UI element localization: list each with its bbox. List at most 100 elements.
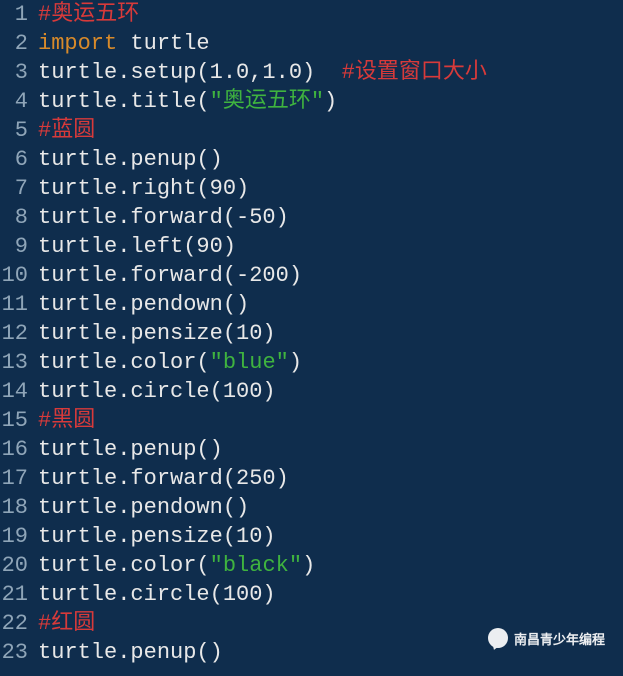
line-number: 15 [0, 406, 34, 435]
code-line[interactable]: 19turtle.pensize(10) [0, 522, 623, 551]
token-default: turtle.forward(-200) [38, 263, 302, 288]
code-line[interactable]: 12turtle.pensize(10) [0, 319, 623, 348]
token-default: turtle.forward(250) [38, 466, 289, 491]
code-line[interactable]: 15#黑圆 [0, 406, 623, 435]
token-string: "奥运五环" [210, 89, 324, 114]
code-content[interactable]: turtle.forward(-50) [34, 203, 289, 232]
line-number: 11 [0, 290, 34, 319]
token-comment: #奥运五环 [38, 2, 139, 27]
code-content[interactable]: turtle.pendown() [34, 290, 249, 319]
code-line[interactable]: 6turtle.penup() [0, 145, 623, 174]
token-default: turtle.penup() [38, 437, 223, 462]
code-line[interactable]: 7turtle.right(90) [0, 174, 623, 203]
code-content[interactable]: turtle.setup(1.0,1.0) #设置窗口大小 [34, 58, 487, 87]
token-default: turtle.pensize(10) [38, 321, 276, 346]
code-content[interactable]: turtle.forward(-200) [34, 261, 302, 290]
line-number: 13 [0, 348, 34, 377]
code-line[interactable]: 3turtle.setup(1.0,1.0) #设置窗口大小 [0, 58, 623, 87]
line-number: 22 [0, 609, 34, 638]
code-line[interactable]: 20turtle.color("black") [0, 551, 623, 580]
token-keyword: import [38, 31, 117, 56]
code-line[interactable]: 4turtle.title("奥运五环") [0, 87, 623, 116]
line-number: 4 [0, 87, 34, 116]
code-line[interactable]: 13turtle.color("blue") [0, 348, 623, 377]
token-default: turtle.setup(1.0,1.0) [38, 60, 342, 85]
code-line[interactable]: 1#奥运五环 [0, 0, 623, 29]
code-content[interactable]: turtle.right(90) [34, 174, 249, 203]
token-default: turtle.circle(100) [38, 582, 276, 607]
line-number: 18 [0, 493, 34, 522]
token-default: turtle.forward(-50) [38, 205, 289, 230]
token-default: turtle.title( [38, 89, 210, 114]
line-number: 14 [0, 377, 34, 406]
watermark: 南昌青少年编程 [488, 628, 605, 648]
token-default: turtle.pendown() [38, 292, 249, 317]
code-content[interactable]: #黑圆 [34, 406, 95, 435]
token-default: turtle.color( [38, 350, 210, 375]
line-number: 10 [0, 261, 34, 290]
token-comment: #红圆 [38, 611, 95, 636]
line-number: 8 [0, 203, 34, 232]
token-default: ) [302, 553, 315, 578]
line-number: 12 [0, 319, 34, 348]
code-content[interactable]: turtle.penup() [34, 145, 223, 174]
chat-bubble-icon [488, 628, 508, 648]
line-number: 2 [0, 29, 34, 58]
code-content[interactable]: #蓝圆 [34, 116, 95, 145]
line-number: 1 [0, 0, 34, 29]
token-default: turtle.left(90) [38, 234, 236, 259]
code-line[interactable]: 11turtle.pendown() [0, 290, 623, 319]
code-content[interactable]: turtle.circle(100) [34, 377, 276, 406]
code-content[interactable]: turtle.left(90) [34, 232, 236, 261]
token-comment: #黑圆 [38, 408, 95, 433]
code-line[interactable]: 21turtle.circle(100) [0, 580, 623, 609]
token-default: turtle.color( [38, 553, 210, 578]
line-number: 19 [0, 522, 34, 551]
line-number: 20 [0, 551, 34, 580]
code-content[interactable]: turtle.color("black") [34, 551, 315, 580]
code-line[interactable]: 16turtle.penup() [0, 435, 623, 464]
line-number: 21 [0, 580, 34, 609]
token-default: ) [289, 350, 302, 375]
line-number: 17 [0, 464, 34, 493]
token-default: ) [324, 89, 337, 114]
line-number: 9 [0, 232, 34, 261]
code-line[interactable]: 9turtle.left(90) [0, 232, 623, 261]
code-line[interactable]: 17turtle.forward(250) [0, 464, 623, 493]
code-content[interactable]: import turtle [34, 29, 210, 58]
token-default: turtle.penup() [38, 147, 223, 172]
watermark-text: 南昌青少年编程 [514, 629, 605, 648]
code-line[interactable]: 14turtle.circle(100) [0, 377, 623, 406]
code-line[interactable]: 2import turtle [0, 29, 623, 58]
line-number: 16 [0, 435, 34, 464]
line-number: 7 [0, 174, 34, 203]
code-content[interactable]: turtle.forward(250) [34, 464, 289, 493]
code-content[interactable]: #红圆 [34, 609, 95, 638]
code-content[interactable]: turtle.penup() [34, 435, 223, 464]
code-editor[interactable]: 1#奥运五环2import turtle3turtle.setup(1.0,1.… [0, 0, 623, 667]
line-number: 23 [0, 638, 34, 667]
token-default: turtle [117, 31, 209, 56]
code-content[interactable]: turtle.color("blue") [34, 348, 302, 377]
code-content[interactable]: #奥运五环 [34, 0, 139, 29]
code-line[interactable]: 18turtle.pendown() [0, 493, 623, 522]
token-comment: #设置窗口大小 [342, 60, 487, 85]
token-default: turtle.penup() [38, 640, 223, 665]
code-line[interactable]: 8turtle.forward(-50) [0, 203, 623, 232]
line-number: 5 [0, 116, 34, 145]
code-content[interactable]: turtle.pensize(10) [34, 319, 276, 348]
token-string: "blue" [210, 350, 289, 375]
code-line[interactable]: 5#蓝圆 [0, 116, 623, 145]
line-number: 6 [0, 145, 34, 174]
code-content[interactable]: turtle.circle(100) [34, 580, 276, 609]
code-content[interactable]: turtle.pensize(10) [34, 522, 276, 551]
code-content[interactable]: turtle.title("奥运五环") [34, 87, 337, 116]
code-line[interactable]: 10turtle.forward(-200) [0, 261, 623, 290]
code-content[interactable]: turtle.penup() [34, 638, 223, 667]
token-string: "black" [210, 553, 302, 578]
token-default: turtle.right(90) [38, 176, 249, 201]
token-comment: #蓝圆 [38, 118, 95, 143]
line-number: 3 [0, 58, 34, 87]
token-default: turtle.pensize(10) [38, 524, 276, 549]
code-content[interactable]: turtle.pendown() [34, 493, 249, 522]
